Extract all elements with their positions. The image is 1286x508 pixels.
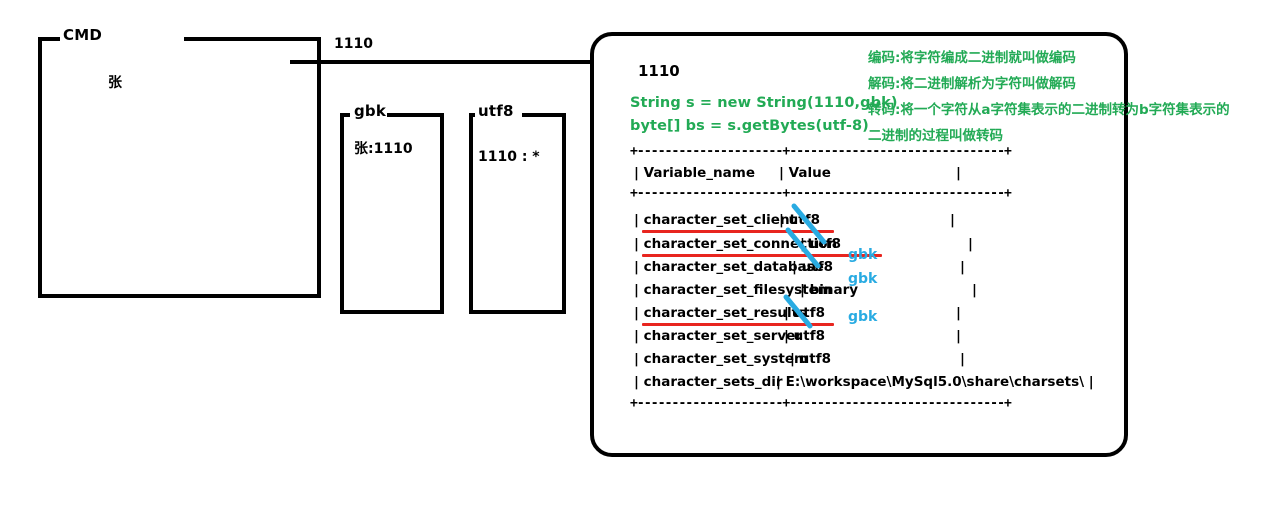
table-row-end: |: [972, 282, 977, 298]
connector-label: 1110: [334, 36, 373, 52]
strike-slash-results: [783, 294, 813, 329]
utf8-box-left-edge: [469, 113, 473, 314]
table-row-end: |: [960, 351, 965, 367]
gbk-annotation-client: gbk: [848, 247, 878, 263]
table-row-end: |: [950, 212, 955, 228]
table-row-end: |: [960, 259, 965, 275]
table-separator-bottom: +---------------------+-----------------…: [630, 396, 1012, 411]
cmd-box-left-edge: [38, 37, 42, 298]
cmd-box-content: 张: [108, 75, 122, 91]
table-separator-top: +---------------------+-----------------…: [630, 144, 1012, 159]
table-header-end: |: [956, 165, 961, 181]
table-header-value: | Value: [779, 165, 831, 181]
cmd-box-right-edge: [317, 37, 321, 298]
table-separator-mid: +---------------------+-----------------…: [630, 186, 1012, 201]
code-line-2: byte[] bs = s.getBytes(utf-8): [630, 118, 869, 134]
table-header-name: | Variable_name: [634, 165, 755, 181]
gbk-box-right-edge: [440, 113, 444, 314]
gbk-box-label: gbk: [354, 102, 387, 120]
gbk-annotation-results: gbk: [848, 309, 878, 325]
gbk-box-content: 张:1110: [354, 141, 413, 157]
cmd-box: CMD 张: [38, 26, 321, 298]
gbk-box-top-right-edge: [387, 113, 444, 117]
mysql-variables-panel: 1110 String s = new String(1110,gbk) byt…: [590, 32, 1128, 457]
utf8-box-bottom-edge: [469, 310, 566, 314]
gbk-annotation-connection: gbk: [848, 271, 878, 287]
table-row-value: | E:\workspace\MySql5.0\share\charsets\ …: [776, 374, 1094, 390]
note-line-4: 二进制的过程叫做转码: [868, 128, 1003, 144]
gbk-box-left-edge: [340, 113, 344, 314]
cmd-box-label: CMD: [63, 26, 102, 44]
note-line-2: 解码:将二进制解析为字符叫做解码: [868, 76, 1076, 92]
gbk-box: gbk 张:1110: [340, 102, 444, 314]
strike-slash-connection: [785, 227, 821, 269]
cmd-box-bottom-edge: [38, 294, 321, 298]
note-line-1: 编码:将字符编成二进制就叫做编码: [868, 50, 1076, 66]
table-row-value: | utf8: [790, 351, 831, 367]
utf8-box-top-right-edge: [522, 113, 566, 117]
gbk-box-bottom-edge: [340, 310, 444, 314]
utf8-box-label: utf8: [478, 102, 514, 120]
diagram-canvas: CMD 张 gbk 张:1110 utf8 1110 : * 1110 1110…: [0, 0, 1286, 508]
panel-title: 1110: [638, 62, 680, 80]
table-row-end: |: [956, 305, 961, 321]
code-line-1: String s = new String(1110,gbk): [630, 95, 898, 111]
table-row: | character_set_client: [634, 212, 797, 228]
table-row: | character_set_server: [634, 328, 802, 344]
utf8-box: utf8 1110 : *: [469, 102, 566, 314]
table-row: | character_sets_dir: [634, 374, 783, 390]
table-row: | character_set_system: [634, 351, 809, 367]
highlight-underline-connection: [642, 254, 882, 257]
table-row-end: |: [968, 236, 973, 252]
cmd-box-top-right-edge: [184, 37, 321, 41]
connector-line: [290, 60, 602, 64]
utf8-box-content: 1110 : *: [478, 149, 540, 165]
table-row-end: |: [956, 328, 961, 344]
table-row: | character_set_results: [634, 305, 807, 321]
utf8-box-right-edge: [562, 113, 566, 314]
note-line-3: 转码:将一个字符从a字符集表示的二进制转为b字符集表示的: [868, 102, 1230, 118]
